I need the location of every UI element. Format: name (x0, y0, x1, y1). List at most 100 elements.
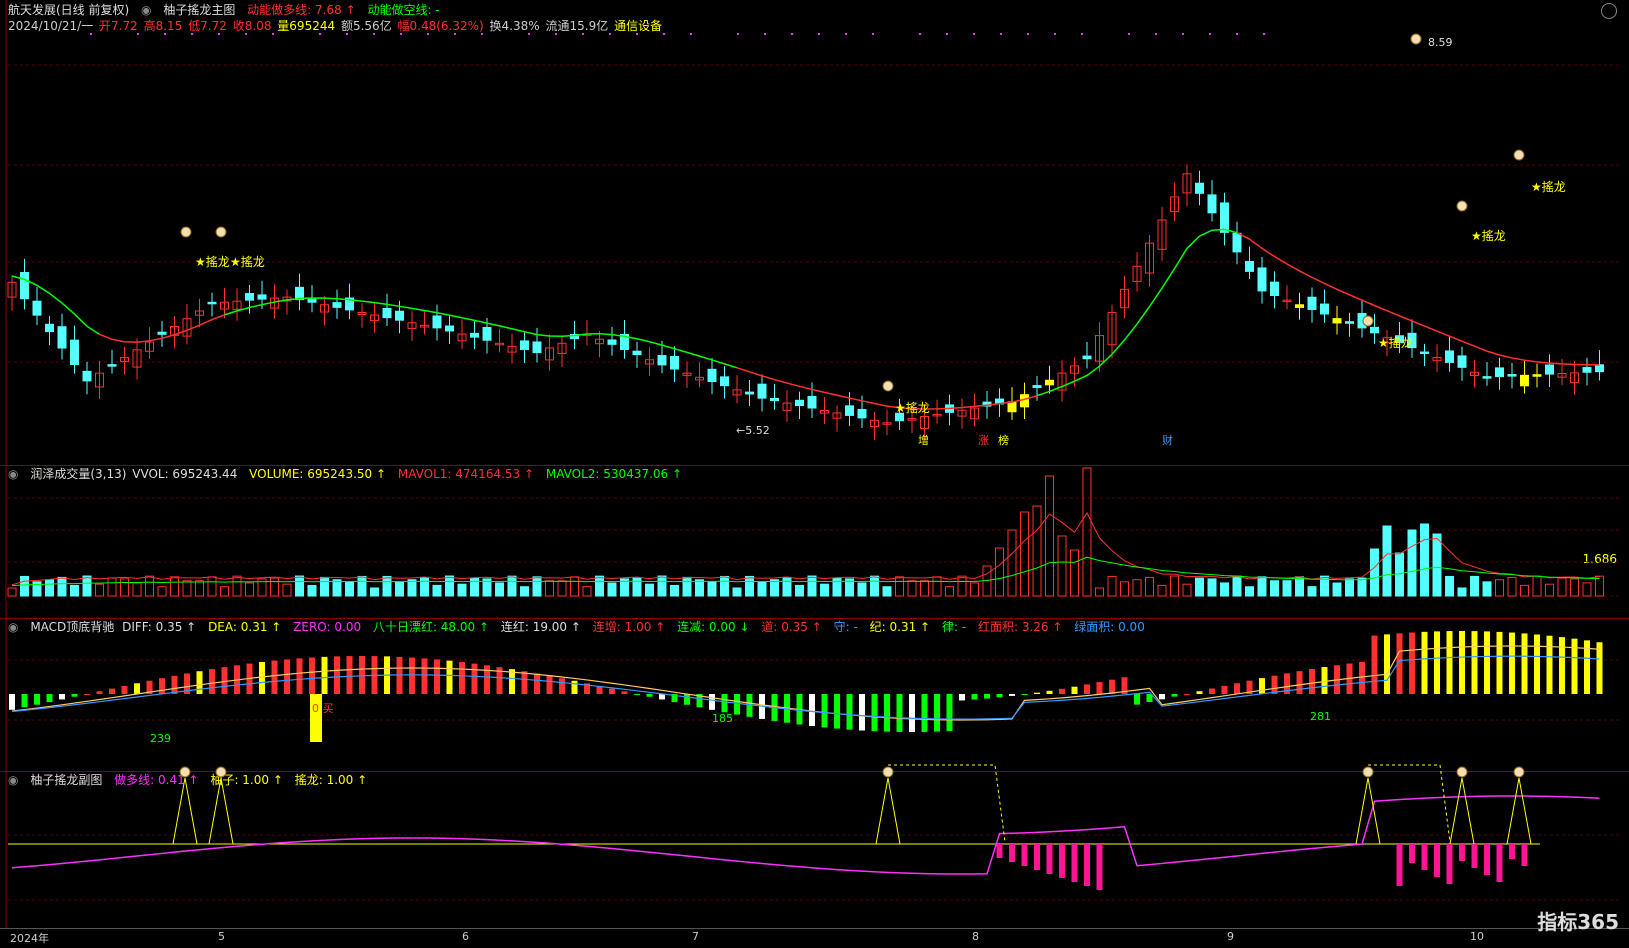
candle-body (1007, 401, 1017, 413)
macd-bar (34, 694, 40, 705)
marker-dot (791, 33, 793, 35)
macd-bar (96, 691, 103, 694)
volume-bar (932, 576, 942, 597)
marker-dot (582, 33, 584, 35)
volume-bar (1332, 582, 1342, 597)
volume-bar (1545, 583, 1554, 597)
marker-dot (373, 33, 375, 35)
macd-bar (109, 688, 115, 694)
volume-bar (582, 586, 592, 597)
macd-bar (1009, 694, 1015, 696)
candle-body (482, 326, 492, 341)
macd-bar (321, 656, 328, 694)
volume-bar (707, 581, 717, 597)
macd-bar (971, 694, 978, 700)
macd-bar (1109, 679, 1115, 694)
marker-dot (690, 33, 692, 35)
volume-bar (595, 575, 604, 597)
candle-body (307, 298, 317, 303)
volume-bar (1245, 586, 1254, 597)
sub-bar (1021, 844, 1028, 866)
xaxis-month-9: 9 (1227, 930, 1234, 943)
candle-body (57, 326, 67, 349)
macd-bar (209, 669, 215, 694)
signal-spike (1355, 777, 1381, 845)
candle-body (1532, 374, 1542, 377)
macd-bar (46, 694, 53, 703)
macd-bar (721, 694, 728, 713)
volume-bar (945, 586, 954, 597)
marker-dot (400, 33, 402, 35)
macd-bar (1596, 642, 1603, 694)
macd-bar (1034, 692, 1040, 694)
volume-bar (1157, 584, 1167, 597)
volume-bar (1420, 523, 1429, 597)
macd-bar (571, 680, 578, 694)
volume-bar (157, 586, 167, 597)
candle-body (807, 396, 817, 409)
volume-bar (857, 582, 867, 597)
volume-bar (382, 575, 392, 597)
sub-bar (1034, 844, 1040, 870)
volume-bar (1082, 467, 1092, 597)
macd-bar (1534, 634, 1540, 694)
candle-body (1507, 374, 1517, 377)
money-bag-icon (882, 380, 894, 392)
macd-bar (709, 694, 715, 710)
volume-bar (170, 576, 179, 597)
volume-bar (745, 575, 754, 597)
macd-bar (1446, 631, 1453, 694)
sub-bar (1084, 844, 1090, 886)
volume-bar (1045, 475, 1054, 597)
macd-bar (546, 675, 553, 694)
macd-bar (196, 671, 203, 694)
volume-bar (1457, 587, 1467, 597)
candle-body (1032, 385, 1042, 388)
marker-dot (764, 33, 766, 35)
macd-bar (121, 685, 128, 694)
macd-bar (134, 683, 140, 694)
sub-bar (1071, 844, 1078, 882)
volume-bar (832, 577, 842, 597)
marker-dot (636, 33, 638, 35)
volume-bar (920, 580, 929, 597)
volume-bar (1132, 579, 1142, 597)
candle-body (757, 383, 767, 399)
marker-dot (427, 33, 429, 35)
candle-body (770, 397, 779, 402)
volume-bar (1032, 505, 1042, 597)
macd-bar (834, 694, 840, 729)
money-bag-icon (215, 766, 227, 778)
volume-bar (657, 575, 667, 597)
candle-body (1332, 318, 1342, 324)
macd-bar (921, 694, 928, 732)
volume-bar (1020, 511, 1029, 597)
macd-bar (9, 694, 15, 710)
low-price-label: ←5.52 (736, 424, 770, 437)
macd-bar (471, 663, 478, 694)
macd-bar (1234, 683, 1240, 694)
sub-bar (1496, 844, 1503, 882)
candle-body (632, 350, 642, 356)
candle-body (1457, 355, 1467, 368)
marker-dot (973, 33, 975, 35)
volume-bar (495, 582, 504, 597)
volume-bar (682, 576, 692, 597)
candle-body (245, 293, 254, 301)
volume-bar (245, 582, 254, 597)
volume-bar (670, 584, 679, 597)
volume-bar (645, 583, 654, 597)
volume-bar (320, 576, 329, 597)
sub-bar (1096, 844, 1103, 890)
macd-bar (959, 694, 965, 701)
sub-bar (996, 844, 1003, 858)
chart-canvas[interactable]: ★搖龙 ★搖龙★搖龙★搖龙★搖龙★搖龙8.59←5.52增涨榜财0 买239185… (0, 0, 1629, 948)
macd-bar (946, 694, 953, 732)
marker-dot (90, 33, 92, 35)
volume-bar (1570, 578, 1579, 597)
macd-bar (171, 675, 178, 694)
signal-spike (875, 777, 901, 845)
macd-bar (659, 694, 665, 700)
volume-bar (1407, 529, 1417, 597)
marker-dot (319, 33, 321, 35)
